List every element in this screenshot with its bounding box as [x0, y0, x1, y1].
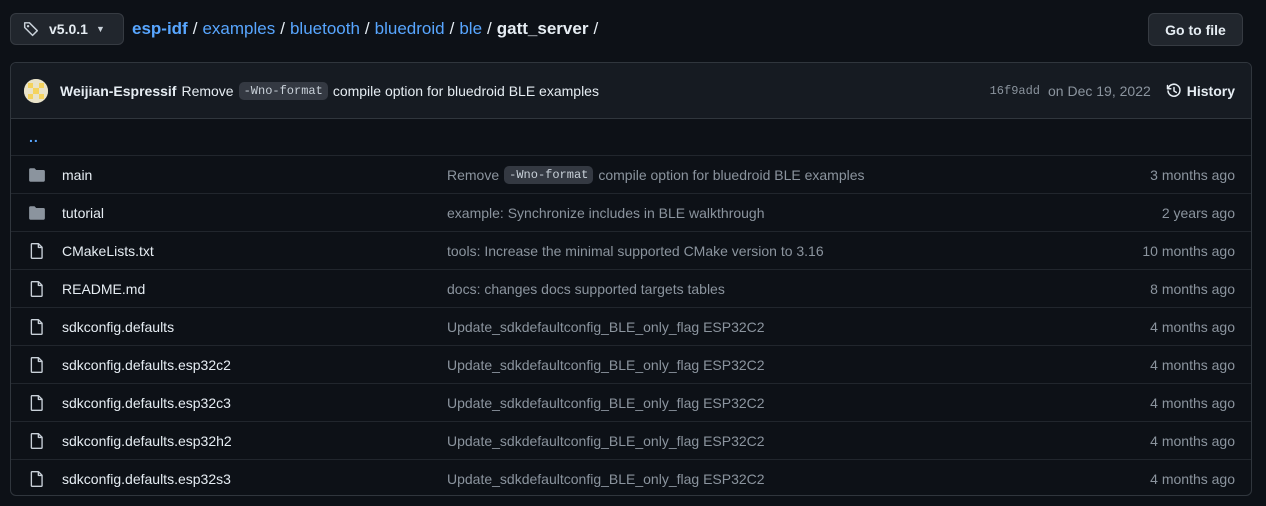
- file-browser: Weijian-Espressif Remove -Wno-format com…: [10, 62, 1252, 496]
- commit-author-link[interactable]: Weijian-Espressif: [60, 83, 176, 99]
- file-row-sdkconfig-defaults-esp32s3[interactable]: sdkconfig.defaults.esp32s3 Update_sdkdefa…: [11, 460, 1251, 495]
- row-commit-text: compile option for bluedroid BLE example…: [598, 166, 865, 183]
- row-commit-age: 4 months ago: [1150, 471, 1235, 487]
- file-row-sdkconfig-defaults-esp32c3[interactable]: sdkconfig.defaults.esp32c3 Update_sdkdefa…: [11, 384, 1251, 422]
- tag-icon: [23, 22, 39, 37]
- row-commit-message-link[interactable]: Update_sdkdefaultconfig_BLE_only_flag ES…: [447, 471, 765, 487]
- file-row-sdkconfig-defaults[interactable]: sdkconfig.defaults Update_sdkdefaultconfi…: [11, 308, 1251, 346]
- history-icon: [1166, 82, 1181, 97]
- file-name-link[interactable]: sdkconfig.defaults.esp32h2: [62, 433, 447, 449]
- row-commit-text: Update_sdkdefaultconfig_BLE_only_flag ES…: [447, 318, 765, 335]
- breadcrumb-separator: /: [487, 19, 492, 38]
- commit-meta: 16f9add on Dec 19, 2022 History: [990, 83, 1235, 99]
- file-name-link[interactable]: README.md: [62, 281, 447, 297]
- branch-selector-button[interactable]: v5.0.1 ▼: [10, 13, 124, 45]
- file-row-sdkconfig-defaults-esp32h2[interactable]: sdkconfig.defaults.esp32h2 Update_sdkdefa…: [11, 422, 1251, 460]
- commit-sha-link[interactable]: 16f9add: [990, 84, 1040, 98]
- breadcrumb-separator: /: [192, 19, 198, 38]
- row-commit-text: Update_sdkdefaultconfig_BLE_only_flag ES…: [447, 356, 765, 373]
- row-commit-age: 3 months ago: [1150, 166, 1235, 183]
- file-icon: [30, 242, 43, 259]
- breadcrumb-separator: /: [593, 19, 599, 38]
- commit-message-text: Remove: [181, 82, 234, 99]
- breadcrumb-link-ble[interactable]: ble: [459, 18, 482, 40]
- row-commit-message-link[interactable]: tools: Increase the minimal supported CM…: [447, 243, 824, 259]
- row-commit-message-link[interactable]: Remove -Wno-format compile option for blue…: [447, 165, 865, 184]
- row-commit-code: -Wno-format: [504, 165, 594, 184]
- parent-directory-link[interactable]: ..: [11, 119, 1251, 156]
- file-row-cmakelists-txt[interactable]: CMakeLists.txt tools: Increase the minima…: [11, 232, 1251, 270]
- file-icon: [30, 280, 43, 297]
- file-icon: [30, 471, 43, 487]
- row-commit-text: Update_sdkdefaultconfig_BLE_only_flag ES…: [447, 394, 765, 411]
- row-commit-message-link[interactable]: Update_sdkdefaultconfig_BLE_only_flag ES…: [447, 319, 765, 335]
- row-commit-message-link[interactable]: Update_sdkdefaultconfig_BLE_only_flag ES…: [447, 395, 765, 411]
- row-commit-text: example: Synchronize includes in BLE wal…: [447, 204, 765, 221]
- file-name-link[interactable]: main: [62, 167, 447, 183]
- row-commit-age: 10 months ago: [1142, 242, 1235, 259]
- row-commit-message-link[interactable]: Update_sdkdefaultconfig_BLE_only_flag ES…: [447, 433, 765, 449]
- commit-message-code: -Wno-format: [238, 81, 328, 100]
- file-name-link[interactable]: CMakeLists.txt: [62, 243, 447, 259]
- file-row-main[interactable]: main Remove -Wno-format compile option for …: [11, 156, 1251, 194]
- repo-nav-bar: v5.0.1 ▼ esp-idf / examples / bluetooth …: [0, 0, 1266, 60]
- file-row-sdkconfig-defaults-esp32c2[interactable]: sdkconfig.defaults.esp32c2 Update_sdkdefa…: [11, 346, 1251, 384]
- history-link[interactable]: History: [1166, 83, 1235, 99]
- breadcrumb-current: gatt_server: [496, 19, 589, 38]
- file-icon: [30, 394, 43, 411]
- folder-icon: [29, 205, 45, 220]
- row-commit-message-link[interactable]: docs: changes docs supported targets tab…: [447, 281, 725, 297]
- breadcrumb-link-bluedroid[interactable]: bluedroid: [375, 18, 445, 40]
- file-list: main Remove -Wno-format compile option for …: [11, 156, 1251, 495]
- file-icon: [30, 318, 43, 335]
- breadcrumb: esp-idf / examples / bluetooth / bluedro…: [132, 18, 603, 40]
- breadcrumb-separator: /: [280, 19, 285, 38]
- row-commit-age: 4 months ago: [1150, 394, 1235, 411]
- row-commit-text: Remove: [447, 166, 500, 183]
- file-name-link[interactable]: sdkconfig.defaults: [62, 319, 447, 335]
- row-commit-text: Update_sdkdefaultconfig_BLE_only_flag ES…: [447, 471, 765, 487]
- row-commit-text: tools: Increase the minimal supported CM…: [447, 242, 824, 259]
- avatar[interactable]: [24, 78, 48, 103]
- commit-message-text: compile option for bluedroid BLE example…: [332, 82, 599, 99]
- branch-label: v5.0.1: [49, 21, 88, 37]
- row-commit-age: 4 months ago: [1150, 318, 1235, 335]
- row-commit-age: 2 years ago: [1161, 204, 1235, 221]
- breadcrumb-separator: /: [449, 19, 455, 38]
- commit-message-link[interactable]: Remove -Wno-format compile option for bl…: [181, 81, 599, 100]
- file-name-link[interactable]: sdkconfig.defaults.esp32s3: [62, 471, 447, 487]
- folder-icon: [29, 167, 45, 182]
- file-name-link[interactable]: tutorial: [62, 205, 447, 221]
- breadcrumb-link-bluetooth[interactable]: bluetooth: [290, 18, 360, 40]
- row-commit-text: docs: changes docs supported targets tab…: [447, 280, 725, 297]
- breadcrumb-root-link[interactable]: esp-idf: [132, 18, 188, 40]
- file-name-link[interactable]: sdkconfig.defaults.esp32c3: [62, 395, 447, 411]
- file-icon: [30, 356, 43, 373]
- row-commit-age: 4 months ago: [1150, 432, 1235, 449]
- row-commit-age: 4 months ago: [1150, 356, 1235, 373]
- file-row-tutorial[interactable]: tutorial example: Synchronize includes in…: [11, 194, 1251, 232]
- row-commit-message-link[interactable]: example: Synchronize includes in BLE wal…: [447, 205, 765, 221]
- file-name-link[interactable]: sdkconfig.defaults.esp32c2: [62, 357, 447, 373]
- breadcrumb-separator: /: [364, 19, 370, 38]
- commit-date: on Dec 19, 2022: [1048, 82, 1151, 99]
- breadcrumb-link-examples[interactable]: examples: [202, 18, 275, 40]
- file-icon: [30, 432, 43, 449]
- history-label: History: [1186, 82, 1235, 99]
- latest-commit-bar: Weijian-Espressif Remove -Wno-format com…: [11, 63, 1251, 119]
- avatar-identicon: [24, 78, 48, 103]
- row-commit-message-link[interactable]: Update_sdkdefaultconfig_BLE_only_flag ES…: [447, 357, 765, 373]
- caret-down-icon: ▼: [95, 24, 105, 34]
- go-to-file-button[interactable]: Go to file: [1148, 13, 1243, 46]
- row-commit-text: Update_sdkdefaultconfig_BLE_only_flag ES…: [447, 432, 765, 449]
- file-row-readme-md[interactable]: README.md docs: changes docs supported ta…: [11, 270, 1251, 308]
- row-commit-age: 8 months ago: [1150, 280, 1235, 297]
